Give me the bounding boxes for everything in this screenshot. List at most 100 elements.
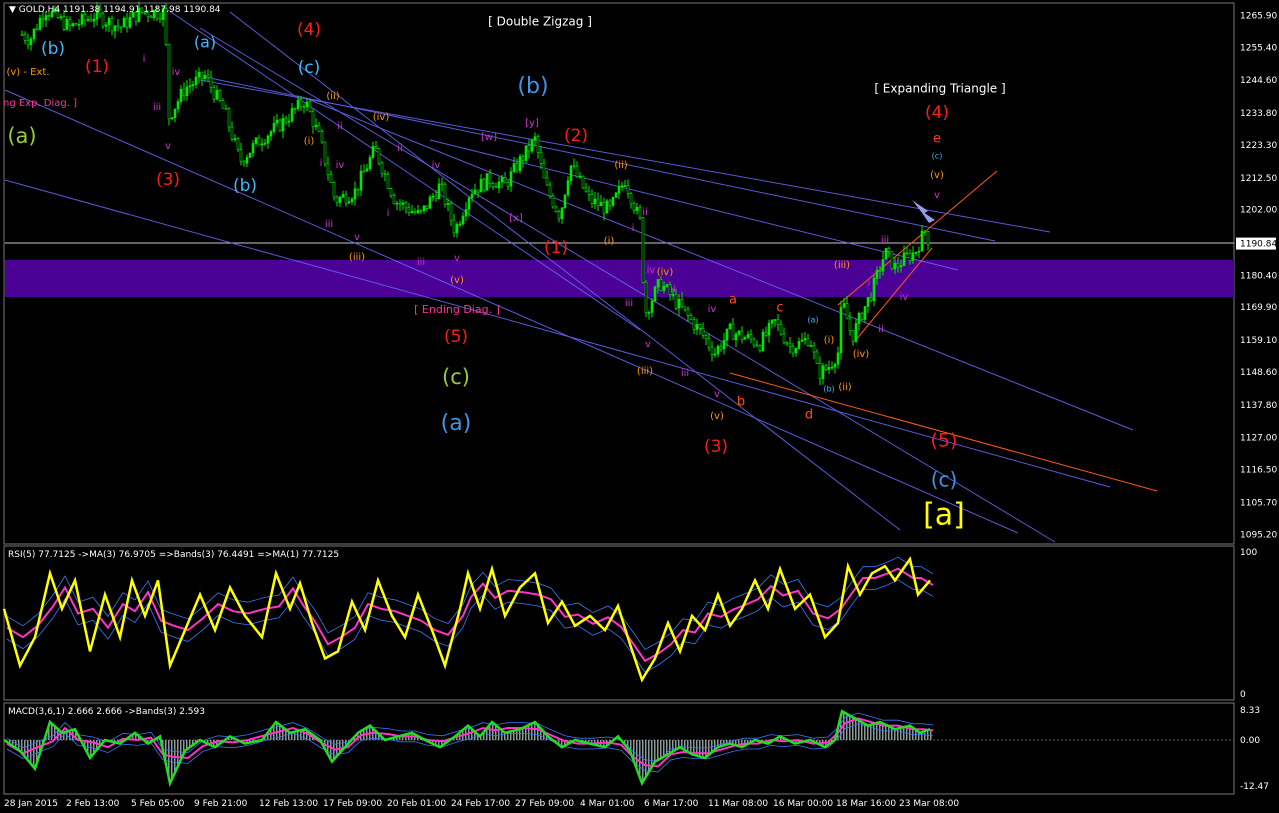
wave-label: (b) [517,74,548,99]
candle-body [401,202,405,205]
candle-body [509,171,513,187]
time-tick: 20 Feb 01:00 [387,799,446,809]
candle-body [752,338,756,346]
candle-body [731,323,735,341]
wave-label: ii [670,284,676,295]
candle-body [470,193,474,199]
candle-body [314,125,318,128]
candle-body [677,298,681,309]
candle-body [596,198,600,207]
candle-body [275,119,279,124]
candle-body [878,270,882,272]
candle-body [68,18,72,27]
wave-label: ii [878,324,884,335]
macd-bar [639,740,641,776]
candle-body [611,196,615,206]
candle-body [530,139,534,152]
candle-body [437,183,441,200]
candle-body [122,17,126,28]
wave-label: (i) [304,136,315,147]
candle-body [353,188,357,200]
price-tick: 1223.30 [1240,141,1277,151]
candle-body [35,28,39,31]
candle-body [92,18,96,22]
candle-body [905,252,909,255]
candle-body [395,202,399,205]
candle-body [359,170,363,191]
candle-body [29,38,33,45]
price-tick: 1190.84 [1240,240,1277,250]
candle-body [821,365,825,379]
candle-body [605,200,609,214]
wave-label: iv [432,160,441,171]
candle-body [506,182,510,187]
candle-body [218,90,222,101]
candle-body [926,231,930,245]
candle-body [494,185,498,189]
candle-body [260,143,264,146]
wave-label: v [454,253,460,264]
candle-body [890,251,894,270]
candle-body [341,194,345,198]
wave-label: [x] [509,213,523,224]
candle-body [683,306,687,310]
time-tick: 18 Mar 16:00 [836,799,896,809]
candle-body [797,341,801,349]
macd-bar [663,740,665,758]
candle-body [428,196,432,209]
candle-body [791,345,795,354]
candle-body [173,108,177,118]
candle-body [701,328,705,336]
time-tick: 27 Feb 09:00 [515,799,574,809]
candle-body [74,23,78,26]
candle-body [80,14,84,25]
candle-body [398,202,402,205]
candle-body [632,203,636,211]
candle-body [320,131,324,143]
candle-body [875,270,879,279]
wave-label: [ Double Zigzag ] [488,15,592,29]
candle-body [389,188,393,196]
wave-label: i [143,54,146,65]
wave-label: (iii) [637,366,653,377]
wave-label: iii [325,219,333,230]
wave-label: (iii) [834,260,850,271]
candle-body [650,300,654,313]
candle-body [485,173,489,191]
macd-bar [660,740,662,759]
candle-body [107,18,111,26]
candle-body [542,163,546,179]
macd-bar [690,740,692,754]
candle-body [254,137,258,144]
wave-label: i [387,208,390,219]
candle-body [617,185,621,194]
time-tick: 17 Feb 09:00 [323,799,382,809]
wave-label: iii [153,102,161,113]
candle-body [302,106,306,108]
candle-body [881,259,885,272]
candle-body [362,170,366,173]
candle-body [662,285,666,291]
candle-body [23,34,27,41]
candle-body [440,183,444,186]
candle-body [458,223,462,226]
candle-body [71,23,75,27]
wave-label: (v) [450,275,464,286]
macd-bar [702,740,704,758]
candle-body [896,263,900,268]
candle-body [728,323,732,330]
candle-body [659,279,663,291]
macd-bar [687,740,689,752]
candle-body [452,219,456,234]
candle-body [566,180,570,196]
wave-label: (a) [7,124,36,148]
wave-label: iv [900,292,909,303]
candle-body [47,15,51,18]
candle-body [335,196,339,203]
candle-body [833,364,837,368]
candle-body [59,16,63,19]
candle-body [815,351,819,364]
candle-body [581,175,585,189]
candle-body [527,145,531,152]
macd-tick-bottom: -12.47 [1240,782,1269,792]
